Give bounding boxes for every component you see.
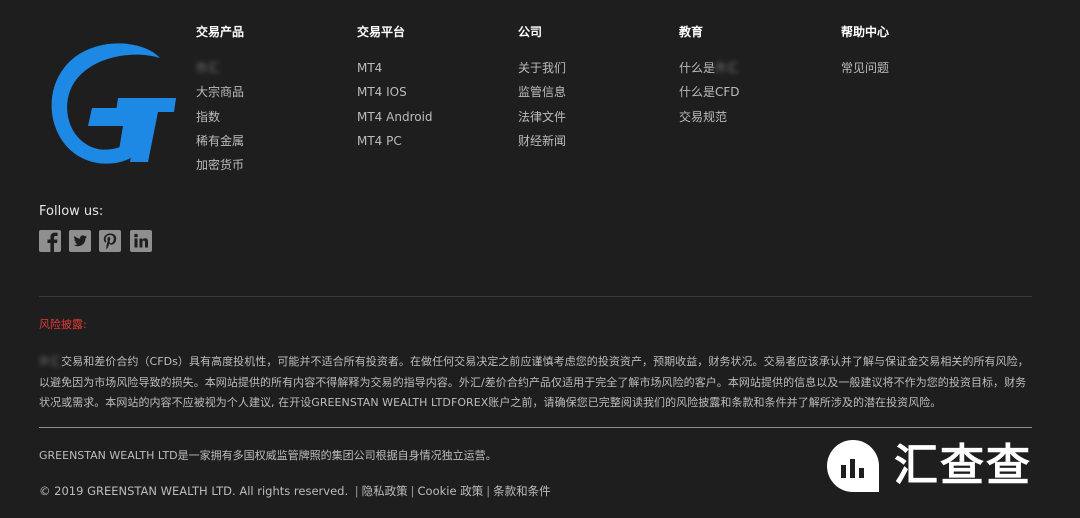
nav-item-crypto[interactable]: 加密货币 <box>196 158 244 182</box>
nav-item-what-is-forex[interactable]: 什么是外汇 <box>679 61 740 85</box>
linkedin-icon[interactable] <box>130 230 152 252</box>
nav-column-title: 帮助中心 <box>841 25 890 39</box>
blurred-text: 外汇 <box>196 61 221 75</box>
nav-column-title: 交易平台 <box>357 25 406 39</box>
nav-item-regulation[interactable]: 监管信息 <box>518 85 566 109</box>
watermark-text: 汇查查 <box>894 440 1032 491</box>
terms-conditions-link[interactable]: 条款和条件 <box>493 484 551 498</box>
nav-item-label: 什么是 <box>679 61 716 75</box>
nav-item-commodities[interactable]: 大宗商品 <box>196 85 244 109</box>
nav-column-products: 交易产品 外汇 大宗商品 指数 稀有金属 加密货币 <box>196 24 244 182</box>
nav-column-title: 公司 <box>518 25 543 39</box>
twitter-icon[interactable] <box>69 230 91 252</box>
nav-item-precious-metals[interactable]: 稀有金属 <box>196 134 244 158</box>
watermark: 汇查查 <box>824 436 1032 496</box>
pinterest-icon[interactable] <box>99 230 121 252</box>
risk-disclosure-body: 交易和差价合约（CFDs）具有高度投机性，可能并不适合所有投资者。在做任何交易决… <box>39 355 1029 409</box>
company-description: GREENSTAN WEALTH LTD是一家拥有多国权威监管牌照的集团公司根据… <box>39 449 497 462</box>
risk-disclosure-text: 外汇交易和差价合约（CFDs）具有高度投机性，可能并不适合所有投资者。在做任何交… <box>39 352 1035 414</box>
nav-item-legal-docs[interactable]: 法律文件 <box>518 110 566 134</box>
link-separator: | <box>486 484 491 498</box>
link-separator: | <box>354 484 359 498</box>
section-divider <box>39 427 1032 428</box>
nav-item-financial-news[interactable]: 财经新闻 <box>518 134 566 158</box>
nav-column-title: 交易产品 <box>196 25 245 39</box>
nav-column-platforms: 交易平台 MT4 MT4 IOS MT4 Android MT4 PC <box>357 24 433 158</box>
nav-item-what-is-cfd[interactable]: 什么是CFD <box>679 85 740 109</box>
nav-column-company: 公司 关于我们 监管信息 法律文件 财经新闻 <box>518 24 566 158</box>
risk-disclosure-title: 风险披露: <box>39 318 87 331</box>
nav-item-mt4-pc[interactable]: MT4 PC <box>357 134 433 158</box>
nav-item-mt4-android[interactable]: MT4 Android <box>357 110 433 134</box>
nav-column-education: 教育 什么是外汇 什么是CFD 交易规范 <box>679 24 740 134</box>
cookie-policy-link[interactable]: Cookie 政策 <box>418 484 484 498</box>
nav-item-forex[interactable]: 外汇 <box>196 61 244 85</box>
nav-column-title: 教育 <box>679 25 704 39</box>
nav-column-help: 帮助中心 常见问题 <box>841 24 889 85</box>
gt-logo[interactable] <box>48 38 176 166</box>
nav-item-mt4-ios[interactable]: MT4 IOS <box>357 85 433 109</box>
section-divider <box>39 296 1032 297</box>
nav-item-faq[interactable]: 常见问题 <box>841 61 889 85</box>
blurred-text: 外汇 <box>715 61 740 75</box>
nav-item-mt4[interactable]: MT4 <box>357 61 433 85</box>
nav-item-indices[interactable]: 指数 <box>196 110 244 134</box>
facebook-icon[interactable] <box>39 230 61 252</box>
chart-bubble-icon <box>827 440 879 492</box>
blurred-text: 外汇 <box>39 355 62 368</box>
nav-item-about-us[interactable]: 关于我们 <box>518 61 566 85</box>
link-separator: | <box>410 484 415 498</box>
copyright-text: © 2019 GREENSTAN WEALTH LTD. All rights … <box>39 484 349 498</box>
privacy-policy-link[interactable]: 隐私政策 <box>362 484 408 498</box>
follow-us-label: Follow us: <box>39 204 104 219</box>
legal-bar: © 2019 GREENSTAN WEALTH LTD. All rights … <box>39 483 551 499</box>
nav-item-trading-rules[interactable]: 交易规范 <box>679 110 740 134</box>
